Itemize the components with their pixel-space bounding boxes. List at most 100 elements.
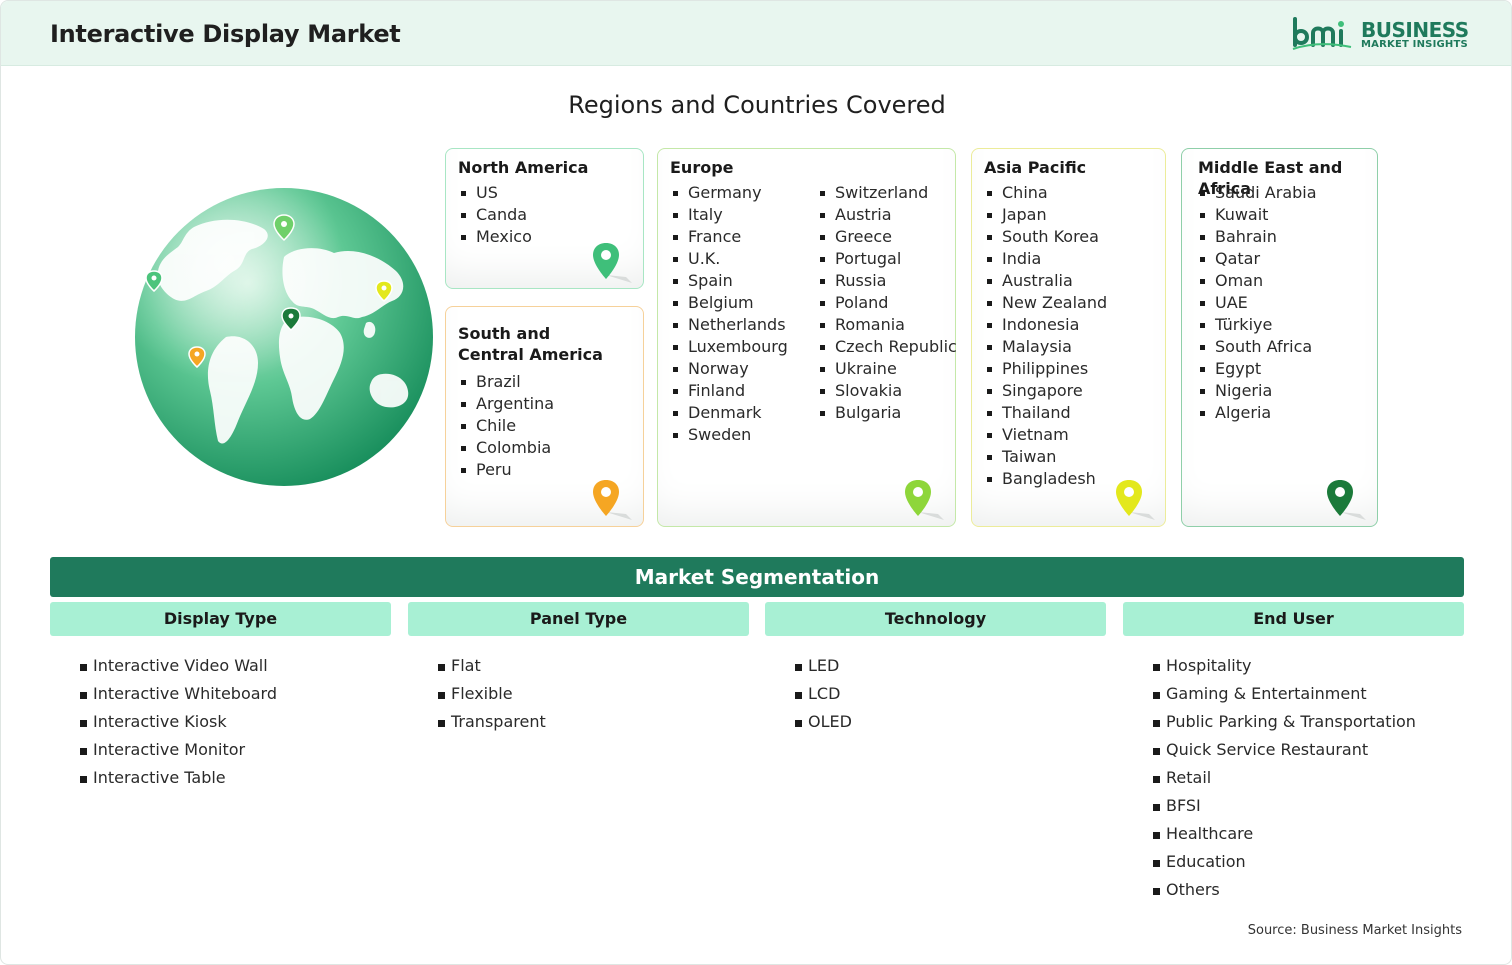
list-item: Greece [819, 226, 957, 248]
list-item: Argentina [460, 393, 554, 415]
list-item: OLED [795, 708, 852, 736]
list-item: New Zealand [986, 292, 1107, 314]
list-item: Malaysia [986, 336, 1107, 358]
list-item: Nigeria [1199, 380, 1317, 402]
segment-heading-display-type: Display Type [50, 602, 391, 636]
list-item: Egypt [1199, 358, 1317, 380]
list-item: Singapore [986, 380, 1107, 402]
location-pin-icon [593, 480, 632, 520]
list-item: Vietnam [986, 424, 1107, 446]
list-item: Germany [672, 182, 788, 204]
list-item: Peru [460, 459, 554, 481]
page-title: Interactive Display Market [50, 20, 401, 48]
list-item: Others [1153, 876, 1416, 904]
country-list-col1: Germany Italy France U.K. Spain Belgium … [672, 182, 788, 446]
list-item: Italy [672, 204, 788, 226]
globe-icon [135, 188, 433, 486]
list-item: Türkiye [1199, 314, 1317, 336]
list-item: Brazil [460, 371, 554, 393]
location-pin-icon [1327, 480, 1366, 520]
list-item: BFSI [1153, 792, 1416, 820]
list-item: Bangladesh [986, 468, 1107, 490]
list-item: Netherlands [672, 314, 788, 336]
segment-heading-end-user: End User [1123, 602, 1464, 636]
list-item: Mexico [460, 226, 532, 248]
list-item: China [986, 182, 1107, 204]
list-item: Philippines [986, 358, 1107, 380]
list-item: Indonesia [986, 314, 1107, 336]
list-item: Belgium [672, 292, 788, 314]
list-item: Luxembourg [672, 336, 788, 358]
list-item: Bahrain [1199, 226, 1317, 248]
list-item: Interactive Kiosk [80, 708, 277, 736]
list-item: Interactive Video Wall [80, 652, 277, 680]
country-list-col2: Switzerland Austria Greece Portugal Russ… [819, 182, 957, 424]
list-item: Retail [1153, 764, 1416, 792]
country-list: China Japan South Korea India Australia … [986, 182, 1107, 490]
company-logo: BUSINESS MARKET INSIGHTS [1291, 15, 1471, 53]
country-list: US Canda Mexico [460, 182, 532, 248]
list-item: Poland [819, 292, 957, 314]
list-item: Norway [672, 358, 788, 380]
list-item: Flat [438, 652, 546, 680]
region-title: North America [458, 158, 589, 177]
list-item: Chile [460, 415, 554, 437]
region-card-north-america: North America US Canda Mexico [445, 148, 644, 289]
segment-list-display-type: Interactive Video Wall Interactive White… [80, 652, 277, 792]
list-item: Portugal [819, 248, 957, 270]
list-item: Transparent [438, 708, 546, 736]
region-title: Asia Pacific [984, 158, 1087, 177]
location-pin-icon [905, 480, 944, 520]
source-note: Source: Business Market Insights [1247, 923, 1462, 938]
list-item: Oman [1199, 270, 1317, 292]
list-item: US [460, 182, 532, 204]
country-list: Saudi Arabia Kuwait Bahrain Qatar Oman U… [1199, 182, 1317, 424]
region-card-south-central-america: South and Central America Brazil Argenti… [445, 306, 644, 527]
region-title-line2: Central America [458, 345, 603, 364]
region-card-asia-pacific: Asia Pacific China Japan South Korea Ind… [971, 148, 1166, 527]
logo-word-market-insights: MARKET INSIGHTS [1361, 39, 1468, 50]
list-item: LED [795, 652, 852, 680]
segment-list-panel-type: Flat Flexible Transparent [438, 652, 546, 736]
list-item: Bulgaria [819, 402, 957, 424]
region-title: South and Central America [458, 323, 603, 365]
list-item: UAE [1199, 292, 1317, 314]
list-item: Romania [819, 314, 957, 336]
bmi-logo-mark-icon [1292, 17, 1352, 50]
segment-list-technology: LED LCD OLED [795, 652, 852, 736]
list-item: Taiwan [986, 446, 1107, 468]
list-item: Canda [460, 204, 532, 226]
list-item: Healthcare [1153, 820, 1416, 848]
list-item: Flexible [438, 680, 546, 708]
list-item: Algeria [1199, 402, 1317, 424]
list-item: Interactive Whiteboard [80, 680, 277, 708]
location-pin-icon [1116, 480, 1155, 520]
list-item: Denmark [672, 402, 788, 424]
segment-heading-technology: Technology [765, 602, 1106, 636]
country-list: Brazil Argentina Chile Colombia Peru [460, 371, 554, 481]
list-item: South Korea [986, 226, 1107, 248]
segmentation-title: Market Segmentation [50, 557, 1464, 597]
list-item: Quick Service Restaurant [1153, 736, 1416, 764]
list-item: Spain [672, 270, 788, 292]
list-item: Australia [986, 270, 1107, 292]
list-item: Sweden [672, 424, 788, 446]
list-item: Hospitality [1153, 652, 1416, 680]
list-item: Austria [819, 204, 957, 226]
list-item: Interactive Monitor [80, 736, 277, 764]
region-card-europe: Europe Germany Italy France U.K. Spain B… [657, 148, 957, 527]
infographic-frame: Interactive Display Market BUSINESS MARK… [0, 0, 1512, 965]
list-item: Finland [672, 380, 788, 402]
list-item: Czech Republic [819, 336, 957, 358]
region-card-middle-east-africa: Middle East and Africa Saudi Arabia Kuwa… [1181, 148, 1378, 527]
list-item: Switzerland [819, 182, 957, 204]
list-item: Ukraine [819, 358, 957, 380]
list-item: Gaming & Entertainment [1153, 680, 1416, 708]
regions-title: Regions and Countries Covered [568, 91, 946, 119]
list-item: Education [1153, 848, 1416, 876]
segment-heading-panel-type: Panel Type [408, 602, 749, 636]
list-item: Russia [819, 270, 957, 292]
region-title: Europe [670, 158, 734, 177]
list-item: U.K. [672, 248, 788, 270]
list-item: Interactive Table [80, 764, 277, 792]
